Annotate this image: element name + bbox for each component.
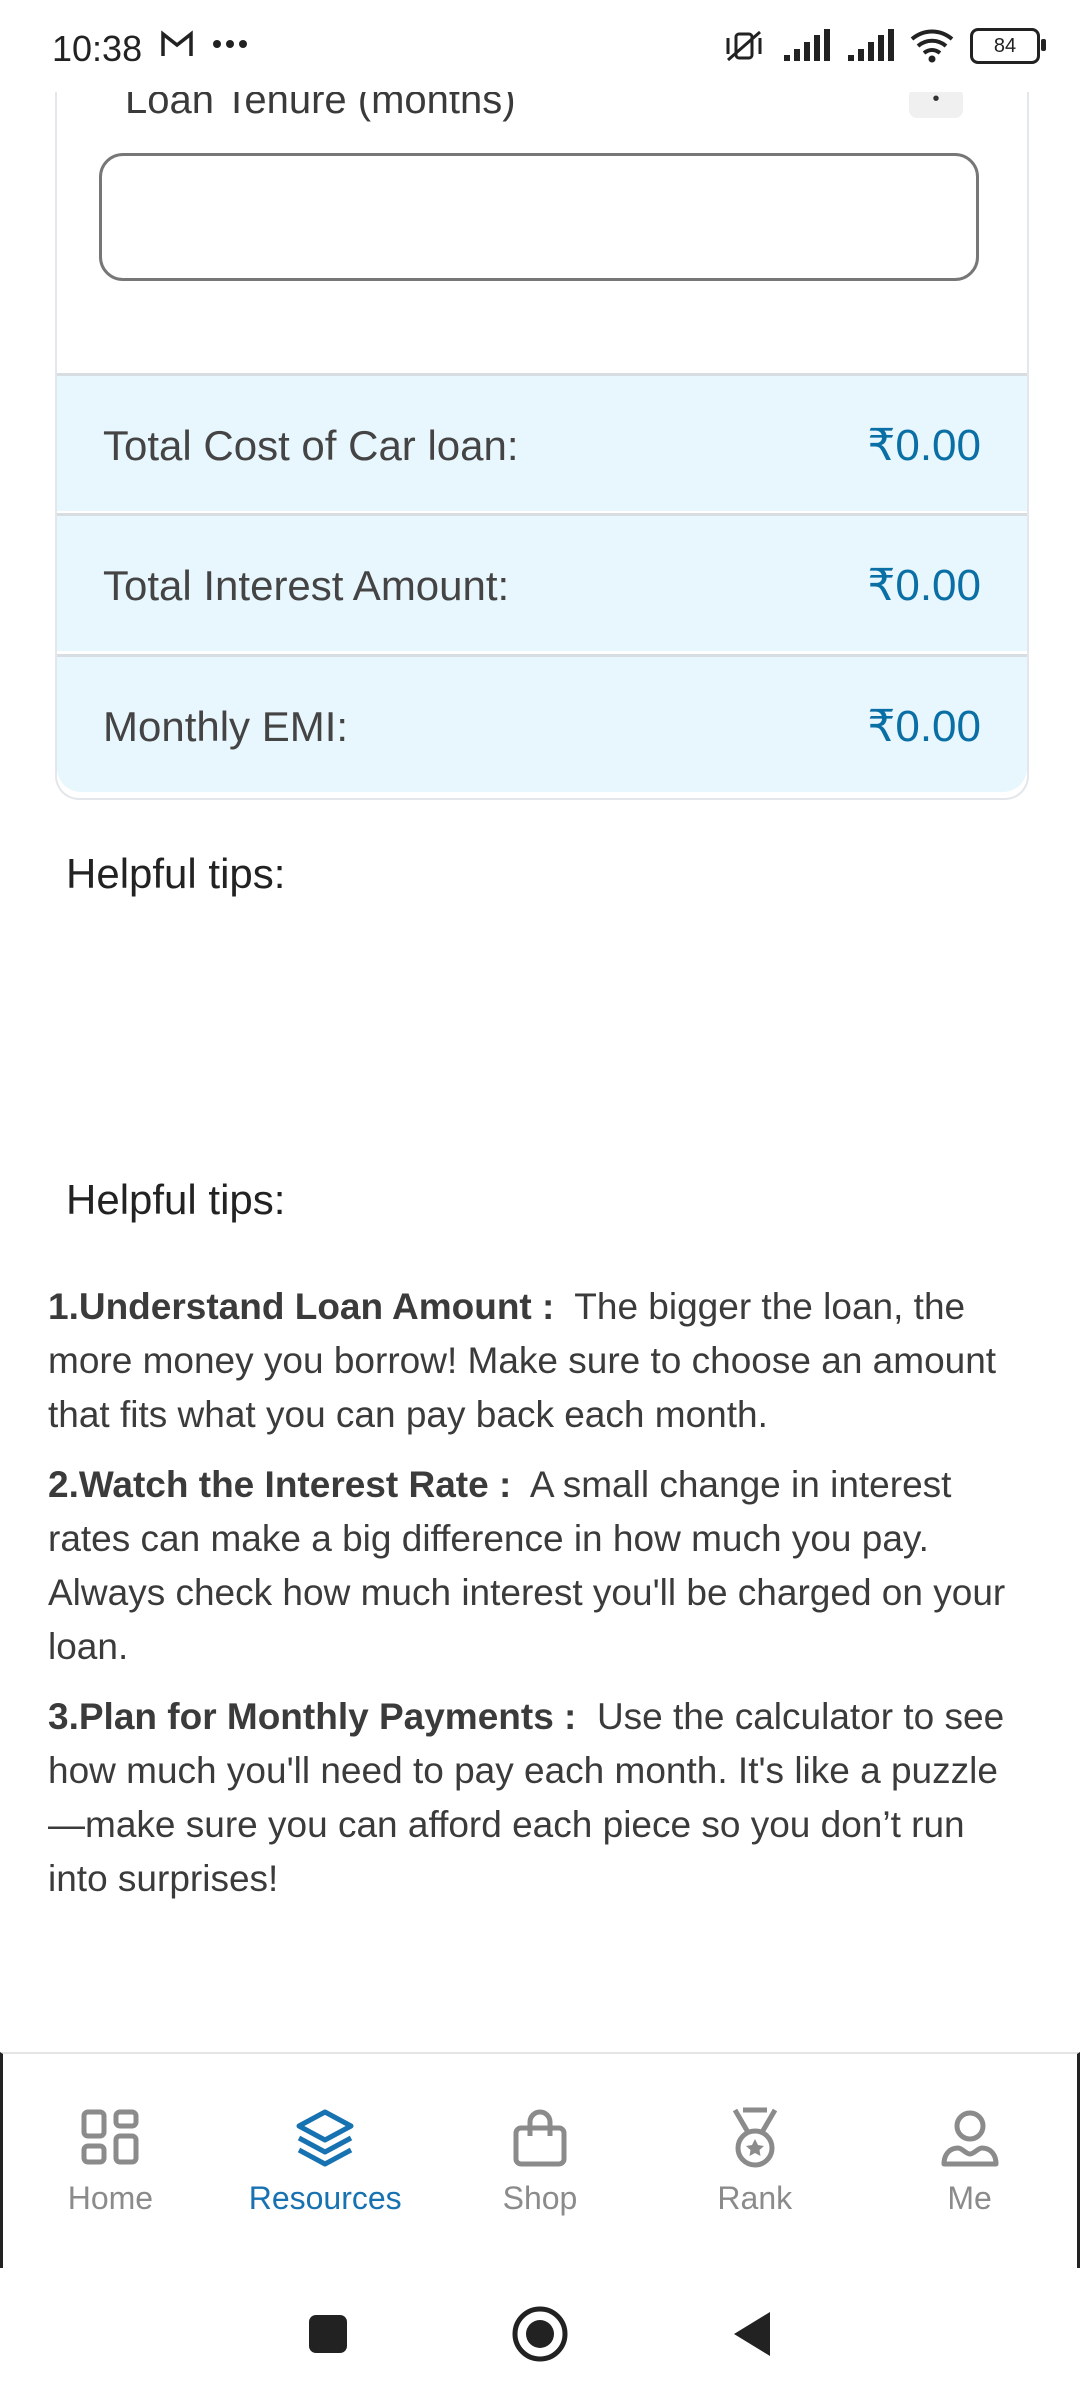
- monthly-emi-value: ₹0.00: [867, 702, 981, 751]
- bottom-navigation: Home Resources Shop Rank Me: [0, 2052, 1080, 2268]
- nav-me-label: Me: [947, 2179, 992, 2216]
- info-icon[interactable]: •: [909, 88, 963, 118]
- nav-shop-label: Shop: [502, 2179, 578, 2216]
- result-row-total-interest: Total Interest Amount: ₹0.00: [57, 513, 1027, 651]
- total-cost-value: ₹0.00: [867, 421, 981, 470]
- recent-apps-icon[interactable]: [306, 2312, 350, 2356]
- total-interest-label: Total Interest Amount:: [103, 562, 510, 609]
- nav-rank-label: Rank: [717, 2179, 793, 2216]
- tip-item: 1.Understand Loan Amount : The bigger th…: [48, 1280, 1008, 1442]
- result-row-total-cost: Total Cost of Car loan: ₹0.00: [57, 373, 1027, 511]
- tips-list: 1.Understand Loan Amount : The bigger th…: [48, 1280, 1008, 1922]
- mute-vibrate-icon: [726, 30, 762, 62]
- status-left-icons: [160, 30, 248, 58]
- nav-rank[interactable]: Rank: [655, 2106, 855, 2217]
- tip-item: 2.Watch the Interest Rate : A small chan…: [48, 1458, 1008, 1674]
- nav-resources[interactable]: Resources: [225, 2106, 425, 2217]
- status-time: 10:38: [52, 28, 143, 69]
- nav-resources-label: Resources: [248, 2179, 402, 2216]
- back-icon[interactable]: [730, 2309, 774, 2359]
- grid-icon: [78, 2106, 142, 2170]
- system-navigation-bar: [0, 2268, 1080, 2400]
- user-icon: [938, 2106, 1002, 2170]
- home-circle-icon[interactable]: [510, 2304, 570, 2364]
- status-bar: 10:38 84: [0, 0, 1080, 92]
- tip-title: 2.Watch the Interest Rate :: [48, 1464, 512, 1505]
- loan-tenure-input[interactable]: [99, 153, 979, 281]
- total-interest-value: ₹0.00: [867, 561, 981, 610]
- gmail-icon: [161, 30, 193, 56]
- monthly-emi-label: Monthly EMI:: [103, 703, 349, 750]
- helpful-tips-heading: Helpful tips:: [66, 850, 286, 897]
- tip-item: 3.Plan for Monthly Payments : Use the ca…: [48, 1690, 1008, 1906]
- layers-icon: [293, 2106, 357, 2170]
- nav-me[interactable]: Me: [870, 2106, 1070, 2217]
- status-right-icons: 84: [722, 28, 1046, 64]
- total-cost-label: Total Cost of Car loan:: [103, 422, 519, 469]
- shopping-bag-icon: [508, 2106, 572, 2170]
- nav-home-label: Home: [67, 2179, 154, 2216]
- result-row-monthly-emi: Monthly EMI: ₹0.00: [57, 654, 1027, 792]
- wifi-icon: [910, 29, 954, 63]
- signal-2-icon: [848, 29, 894, 61]
- battery-indicator: 84: [970, 28, 1046, 64]
- tip-title: 3.Plan for Monthly Payments :: [48, 1696, 577, 1737]
- more-dots-icon: [213, 40, 247, 48]
- signal-1-icon: [784, 29, 830, 61]
- helpful-tips-heading-secondary: Helpful tips:: [66, 1176, 286, 1223]
- nav-shop[interactable]: Shop: [440, 2106, 640, 2217]
- loan-calculator-card: Loan Tenure (months) • Total Cost of Car…: [55, 60, 1029, 800]
- tip-title: 1.Understand Loan Amount :: [48, 1286, 555, 1327]
- medal-icon: [723, 2106, 787, 2170]
- nav-home[interactable]: Home: [10, 2106, 210, 2217]
